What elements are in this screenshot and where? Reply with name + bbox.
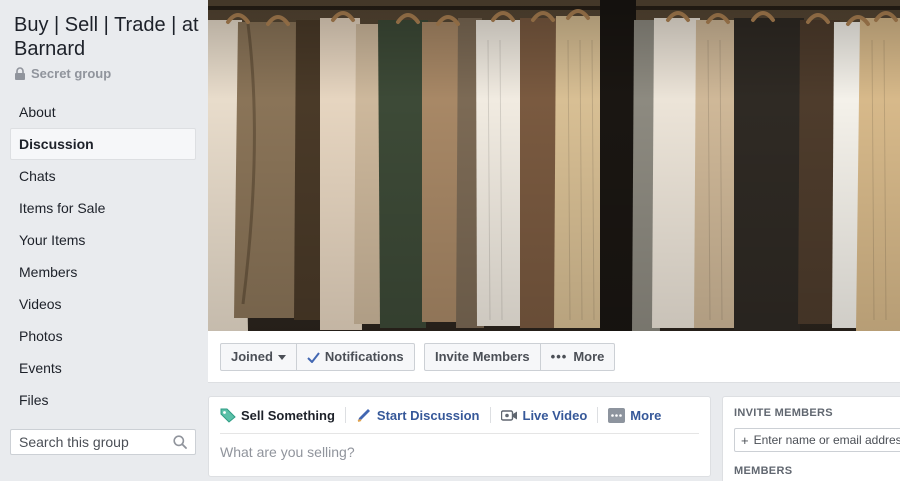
pencil-icon — [357, 408, 370, 422]
invite-button-group: Invite Members ••• More — [424, 343, 616, 371]
tab-sell-label: Sell Something — [241, 407, 335, 423]
tab-divider — [597, 407, 599, 423]
tab-more[interactable]: More — [608, 407, 662, 423]
tab-start-discussion[interactable]: Start Discussion — [356, 408, 480, 423]
search-icon[interactable] — [173, 435, 187, 449]
group-search — [10, 429, 196, 455]
invite-field: + — [734, 428, 900, 452]
sidebar-item-photos[interactable]: Photos — [10, 320, 196, 352]
search-input[interactable] — [11, 430, 161, 454]
more-dots-icon — [608, 407, 626, 423]
members-heading: MEMBERS — [734, 465, 793, 477]
group-nav: About Discussion Chats Items for Sale Yo… — [10, 96, 196, 416]
notifications-button[interactable]: Notifications — [295, 344, 414, 370]
joined-button[interactable]: Joined — [221, 344, 296, 370]
sidebar-item-files[interactable]: Files — [10, 384, 196, 416]
group-title[interactable]: Buy | Sell | Trade | at Barnard — [14, 13, 204, 61]
more-dots-icon: ••• — [550, 349, 568, 364]
tab-discussion-label: Start Discussion — [376, 407, 480, 423]
post-input[interactable] — [220, 444, 690, 460]
tab-divider — [344, 407, 346, 423]
sidebar-item-discussion[interactable]: Discussion — [10, 128, 196, 160]
tab-live-video[interactable]: Live Video — [500, 407, 588, 423]
cover-photo[interactable] — [208, 0, 900, 331]
invite-members-heading: INVITE MEMBERS — [734, 407, 833, 419]
sidebar-item-members[interactable]: Members — [10, 256, 196, 288]
group-action-bar: Joined Notifications Invite Members ••• … — [208, 331, 900, 383]
tab-divider — [489, 407, 491, 423]
tab-video-label: Live Video — [522, 407, 588, 423]
checkmark-icon — [307, 351, 320, 363]
more-button[interactable]: ••• More — [539, 344, 615, 370]
tab-more-label: More — [630, 407, 662, 423]
invite-members-button[interactable]: Invite Members — [425, 344, 540, 370]
post-composer: Sell Something Start Discussion Live Vid… — [208, 396, 711, 477]
sidebar-item-chats[interactable]: Chats — [10, 160, 196, 192]
members-card: INVITE MEMBERS + MEMBERS — [722, 396, 900, 481]
lock-icon — [15, 67, 25, 80]
composer-tabs: Sell Something Start Discussion Live Vid… — [220, 397, 699, 434]
sidebar-item-videos[interactable]: Videos — [10, 288, 196, 320]
clothing-rack-image — [208, 0, 900, 331]
privacy-label: Secret group — [14, 66, 111, 81]
price-tag-icon — [220, 408, 236, 423]
notifications-label: Notifications — [324, 349, 404, 364]
sidebar-item-events[interactable]: Events — [10, 352, 196, 384]
caret-down-icon — [277, 354, 286, 360]
video-camera-icon — [500, 409, 517, 421]
more-label: More — [573, 349, 605, 364]
tab-sell-something[interactable]: Sell Something — [220, 408, 335, 423]
sidebar-item-your-items[interactable]: Your Items — [10, 224, 196, 256]
membership-button-group: Joined Notifications — [220, 343, 415, 371]
left-sidebar: Buy | Sell | Trade | at Barnard Secret g… — [0, 0, 208, 481]
invite-input[interactable] — [753, 433, 900, 447]
joined-label: Joined — [231, 349, 273, 364]
plus-icon: + — [741, 432, 749, 448]
sidebar-item-items-for-sale[interactable]: Items for Sale — [10, 192, 196, 224]
privacy-text: Secret group — [31, 66, 112, 81]
sidebar-item-about[interactable]: About — [10, 96, 196, 128]
